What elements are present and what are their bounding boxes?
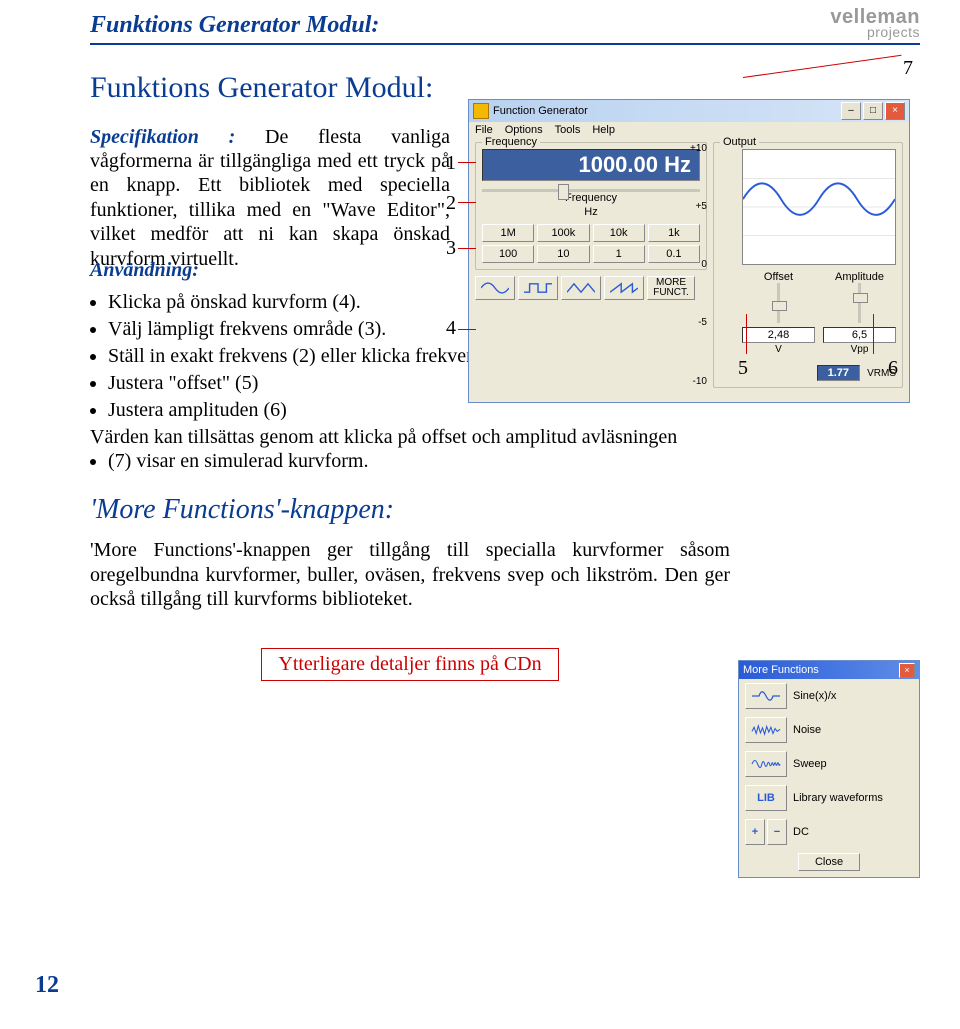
- offset-readout[interactable]: 2,48: [742, 327, 815, 343]
- waveform-ramp-button[interactable]: [604, 276, 644, 300]
- callout-2: 2: [446, 192, 456, 215]
- spec-paragraph: Specifikation : De flesta vanliga vågfor…: [90, 125, 450, 271]
- menu-help[interactable]: Help: [592, 124, 615, 136]
- more-functions-window: More Functions × Sine(x)/x Noise Sweep L…: [738, 660, 920, 878]
- mf-title: More Functions: [743, 664, 819, 676]
- mf-library-label: Library waveforms: [793, 792, 883, 804]
- offset-slider[interactable]: [777, 283, 780, 323]
- frequency-slider-label: Frequency: [482, 192, 700, 204]
- fg-app-icon: [473, 103, 489, 119]
- mf-dc-label: DC: [793, 826, 809, 838]
- menu-file[interactable]: File: [475, 124, 493, 136]
- brand-logo: velleman projects: [830, 8, 920, 39]
- callout-5: 5: [738, 357, 748, 380]
- output-plot: [742, 149, 896, 265]
- offset-label: Offset: [742, 271, 815, 283]
- mf-sweep-label: Sweep: [793, 758, 827, 770]
- mf-noise-button[interactable]: [745, 717, 787, 743]
- mf-titlebar: More Functions ×: [739, 661, 919, 679]
- mf-sinexx-label: Sine(x)/x: [793, 690, 836, 702]
- footnote-box: Ytterligare detaljer finns på CDn: [261, 648, 558, 681]
- range-1-button[interactable]: 1: [593, 245, 645, 263]
- range-1M-button[interactable]: 1M: [482, 224, 534, 242]
- output-group-label: Output: [720, 136, 759, 148]
- header-title: Funktions Generator Modul:: [90, 12, 379, 39]
- mf-library-button[interactable]: LIB: [745, 785, 787, 811]
- range-100-button[interactable]: 100: [482, 245, 534, 263]
- menu-options[interactable]: Options: [505, 124, 543, 136]
- usage-item: (7) visar en simulerad kurvform.: [108, 449, 920, 474]
- fg-titlebar: Function Generator – □ ×: [469, 100, 909, 122]
- more-functions-button[interactable]: MORE FUNCT.: [647, 276, 695, 300]
- amplitude-slider[interactable]: [858, 283, 861, 323]
- waveform-sine-button[interactable]: [475, 276, 515, 300]
- maximize-button[interactable]: □: [863, 102, 883, 120]
- waveform-square-button[interactable]: [518, 276, 558, 300]
- mf-noise-label: Noise: [793, 724, 821, 736]
- frequency-readout[interactable]: 1000.00 Hz: [482, 149, 700, 181]
- offset-unit: V: [742, 344, 815, 355]
- usage-note: Värden kan tillsättas genom att klicka p…: [90, 425, 920, 449]
- page-number: 12: [35, 972, 59, 999]
- mf-sinexx-button[interactable]: [745, 683, 787, 709]
- range-100k-button[interactable]: 100k: [537, 224, 589, 242]
- callout-1: 1: [446, 152, 456, 175]
- output-y-ticks: +10 +5 0 -5 -10: [690, 143, 707, 387]
- frequency-group-label: Frequency: [482, 136, 540, 148]
- amplitude-label: Amplitude: [823, 271, 896, 283]
- page-header: Funktions Generator Modul: velleman proj…: [90, 8, 920, 45]
- range-10-button[interactable]: 10: [537, 245, 589, 263]
- mf-dc-plus-button[interactable]: +: [745, 819, 765, 845]
- callout-3: 3: [446, 237, 456, 260]
- mf-dc-minus-button[interactable]: −: [767, 819, 787, 845]
- output-group: Output +10 +5 0 -5 -10: [713, 142, 903, 388]
- more-functions-heading: 'More Functions'-knappen:: [90, 494, 920, 526]
- more-functions-paragraph: 'More Functions'-knappen ger tillgång ti…: [90, 538, 730, 611]
- minimize-button[interactable]: –: [841, 102, 861, 120]
- section-title: Funktions Generator Modul:: [90, 71, 450, 105]
- mf-sweep-button[interactable]: [745, 751, 787, 777]
- amplitude-readout[interactable]: 6,5: [823, 327, 896, 343]
- close-button[interactable]: ×: [885, 102, 905, 120]
- frequency-slider[interactable]: [482, 189, 700, 192]
- mf-close-x[interactable]: ×: [899, 663, 915, 678]
- function-generator-window: Function Generator – □ × File Options To…: [468, 99, 910, 403]
- menu-tools[interactable]: Tools: [555, 124, 581, 136]
- callout-4: 4: [446, 317, 456, 340]
- hz-unit: Hz: [482, 206, 700, 218]
- callout-7: 7: [903, 57, 913, 80]
- usage-heading: Användning:: [90, 259, 199, 281]
- frequency-group: Frequency 1000.00 Hz Frequency Hz 1M: [475, 142, 707, 270]
- fg-title: Function Generator: [493, 105, 588, 117]
- amplitude-unit: Vpp: [823, 344, 896, 355]
- mf-close-button[interactable]: Close: [798, 853, 860, 871]
- vrms-readout[interactable]: 1.77: [817, 365, 860, 381]
- waveform-triangle-button[interactable]: [561, 276, 601, 300]
- spec-label: Specifikation :: [90, 126, 235, 148]
- range-10k-button[interactable]: 10k: [593, 224, 645, 242]
- callout-6: 6: [888, 357, 898, 380]
